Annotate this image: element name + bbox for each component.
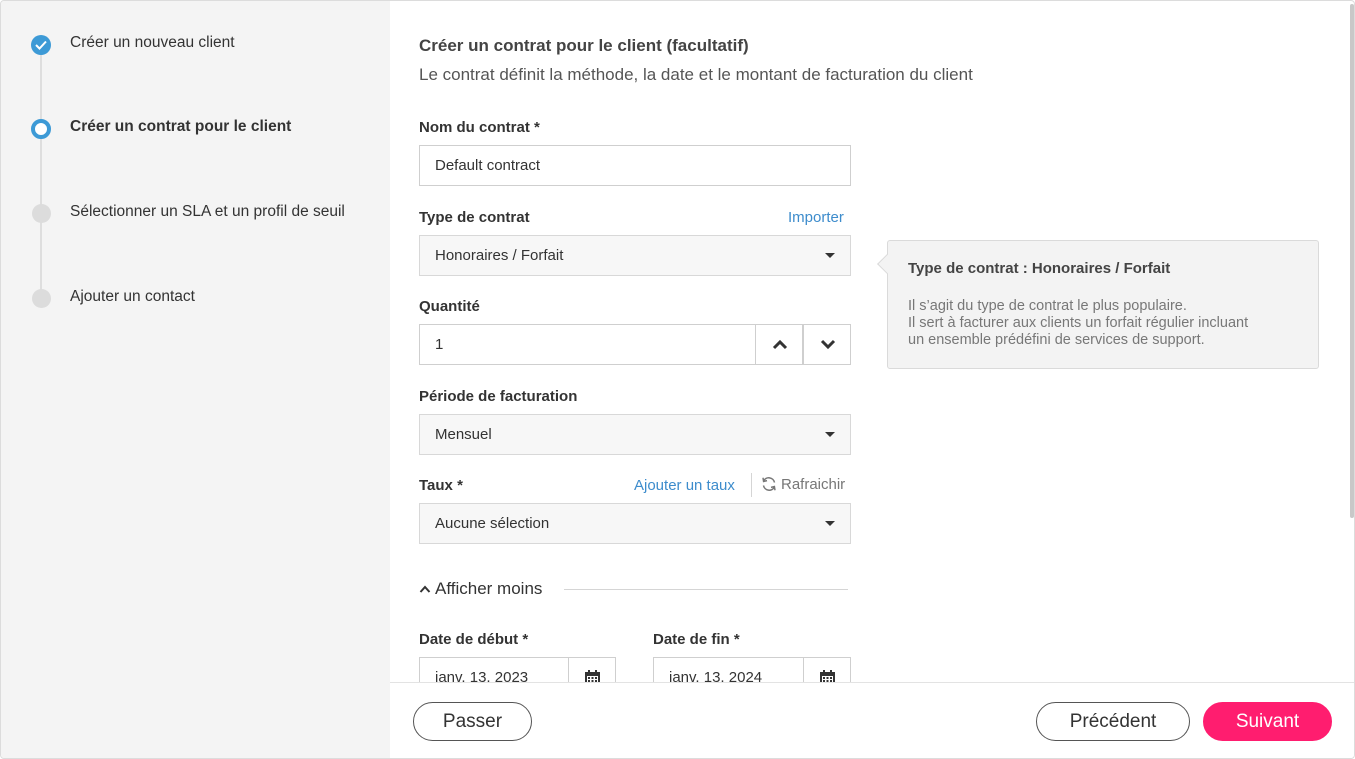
start-date-input[interactable]: janv. 13, 2023 bbox=[419, 657, 569, 682]
skip-button[interactable]: Passer bbox=[413, 702, 532, 741]
next-button[interactable]: Suivant bbox=[1203, 702, 1332, 741]
step-add-contact[interactable]: Ajouter un contact bbox=[1, 286, 390, 310]
step-select-sla[interactable]: Sélectionner un SLA et un profil de seui… bbox=[1, 201, 390, 225]
quantity-label: Quantité bbox=[419, 298, 480, 315]
import-link[interactable]: Importer bbox=[788, 209, 844, 226]
step-label: Créer un nouveau client bbox=[70, 34, 235, 51]
step-label: Sélectionner un SLA et un profil de seui… bbox=[70, 203, 345, 220]
refresh-label: Rafraichir bbox=[781, 476, 846, 493]
info-text-line: un ensemble prédéfini de services de sup… bbox=[908, 332, 1205, 348]
start-date-picker-button[interactable] bbox=[568, 657, 616, 682]
billing-period-label: Période de facturation bbox=[419, 388, 578, 405]
check-icon bbox=[31, 35, 51, 55]
show-less-toggle[interactable]: Afficher moins bbox=[419, 579, 542, 599]
contract-type-value: Honoraires / Forfait bbox=[435, 247, 564, 264]
caret-down-icon bbox=[825, 432, 835, 437]
chevron-up-icon bbox=[772, 339, 788, 350]
refresh-icon bbox=[762, 477, 776, 491]
contract-type-label: Type de contrat bbox=[419, 209, 530, 226]
step-label: Créer un contrat pour le client bbox=[70, 118, 292, 135]
current-step-icon bbox=[31, 119, 51, 139]
divider bbox=[564, 589, 848, 590]
step-create-client[interactable]: Créer un nouveau client bbox=[1, 32, 390, 56]
steps-sidebar: Créer un nouveau client Créer un contrat… bbox=[1, 1, 390, 758]
quantity-input[interactable]: 1 bbox=[419, 324, 756, 365]
calendar-icon bbox=[585, 670, 600, 682]
rate-value: Aucune sélection bbox=[435, 515, 550, 532]
contract-name-input[interactable]: Default contract bbox=[419, 145, 851, 186]
chevron-down-icon bbox=[820, 339, 836, 350]
decrement-button[interactable] bbox=[803, 324, 851, 365]
previous-button[interactable]: Précédent bbox=[1036, 702, 1190, 741]
page-subtitle: Le contrat définit la méthode, la date e… bbox=[419, 65, 973, 84]
info-title: Type de contrat : Honoraires / Forfait bbox=[908, 260, 1171, 277]
page-title: Créer un contrat pour le client (faculta… bbox=[419, 36, 749, 55]
calendar-icon bbox=[820, 670, 835, 682]
chevron-up-icon bbox=[419, 585, 431, 593]
contract-name-label: Nom du contrat * bbox=[419, 119, 540, 136]
caret-down-icon bbox=[825, 253, 835, 258]
add-rate-link[interactable]: Ajouter un taux bbox=[634, 477, 735, 494]
divider bbox=[751, 473, 752, 497]
billing-period-select[interactable]: Mensuel bbox=[419, 414, 851, 455]
end-date-picker-button[interactable] bbox=[803, 657, 851, 682]
show-less-label: Afficher moins bbox=[435, 579, 543, 598]
increment-button[interactable] bbox=[755, 324, 803, 365]
wizard-footer: Passer Précédent Suivant bbox=[390, 682, 1354, 758]
info-text-line: Il s’agit du type de contrat le plus pop… bbox=[908, 298, 1187, 314]
billing-period-value: Mensuel bbox=[435, 426, 492, 443]
end-date-input[interactable]: janv. 13, 2024 bbox=[653, 657, 804, 682]
refresh-button[interactable]: Rafraichir bbox=[761, 476, 845, 493]
scrollbar[interactable] bbox=[1350, 4, 1354, 518]
pending-step-icon bbox=[32, 289, 51, 308]
pending-step-icon bbox=[32, 204, 51, 223]
step-label: Ajouter un contact bbox=[70, 288, 195, 305]
contract-type-select[interactable]: Honoraires / Forfait bbox=[419, 235, 851, 276]
info-text-line: Il sert à facturer aux clients un forfai… bbox=[908, 315, 1249, 331]
contract-type-info-panel: Type de contrat : Honoraires / Forfait I… bbox=[877, 240, 1319, 369]
wizard-window: Créer un nouveau client Créer un contrat… bbox=[0, 0, 1355, 759]
end-date-label: Date de fin * bbox=[653, 631, 740, 648]
step-create-contract[interactable]: Créer un contrat pour le client bbox=[1, 116, 390, 140]
rate-label: Taux * bbox=[419, 477, 463, 494]
rate-select[interactable]: Aucune sélection bbox=[419, 503, 851, 544]
start-date-label: Date de début * bbox=[419, 631, 529, 648]
caret-down-icon bbox=[825, 521, 835, 526]
